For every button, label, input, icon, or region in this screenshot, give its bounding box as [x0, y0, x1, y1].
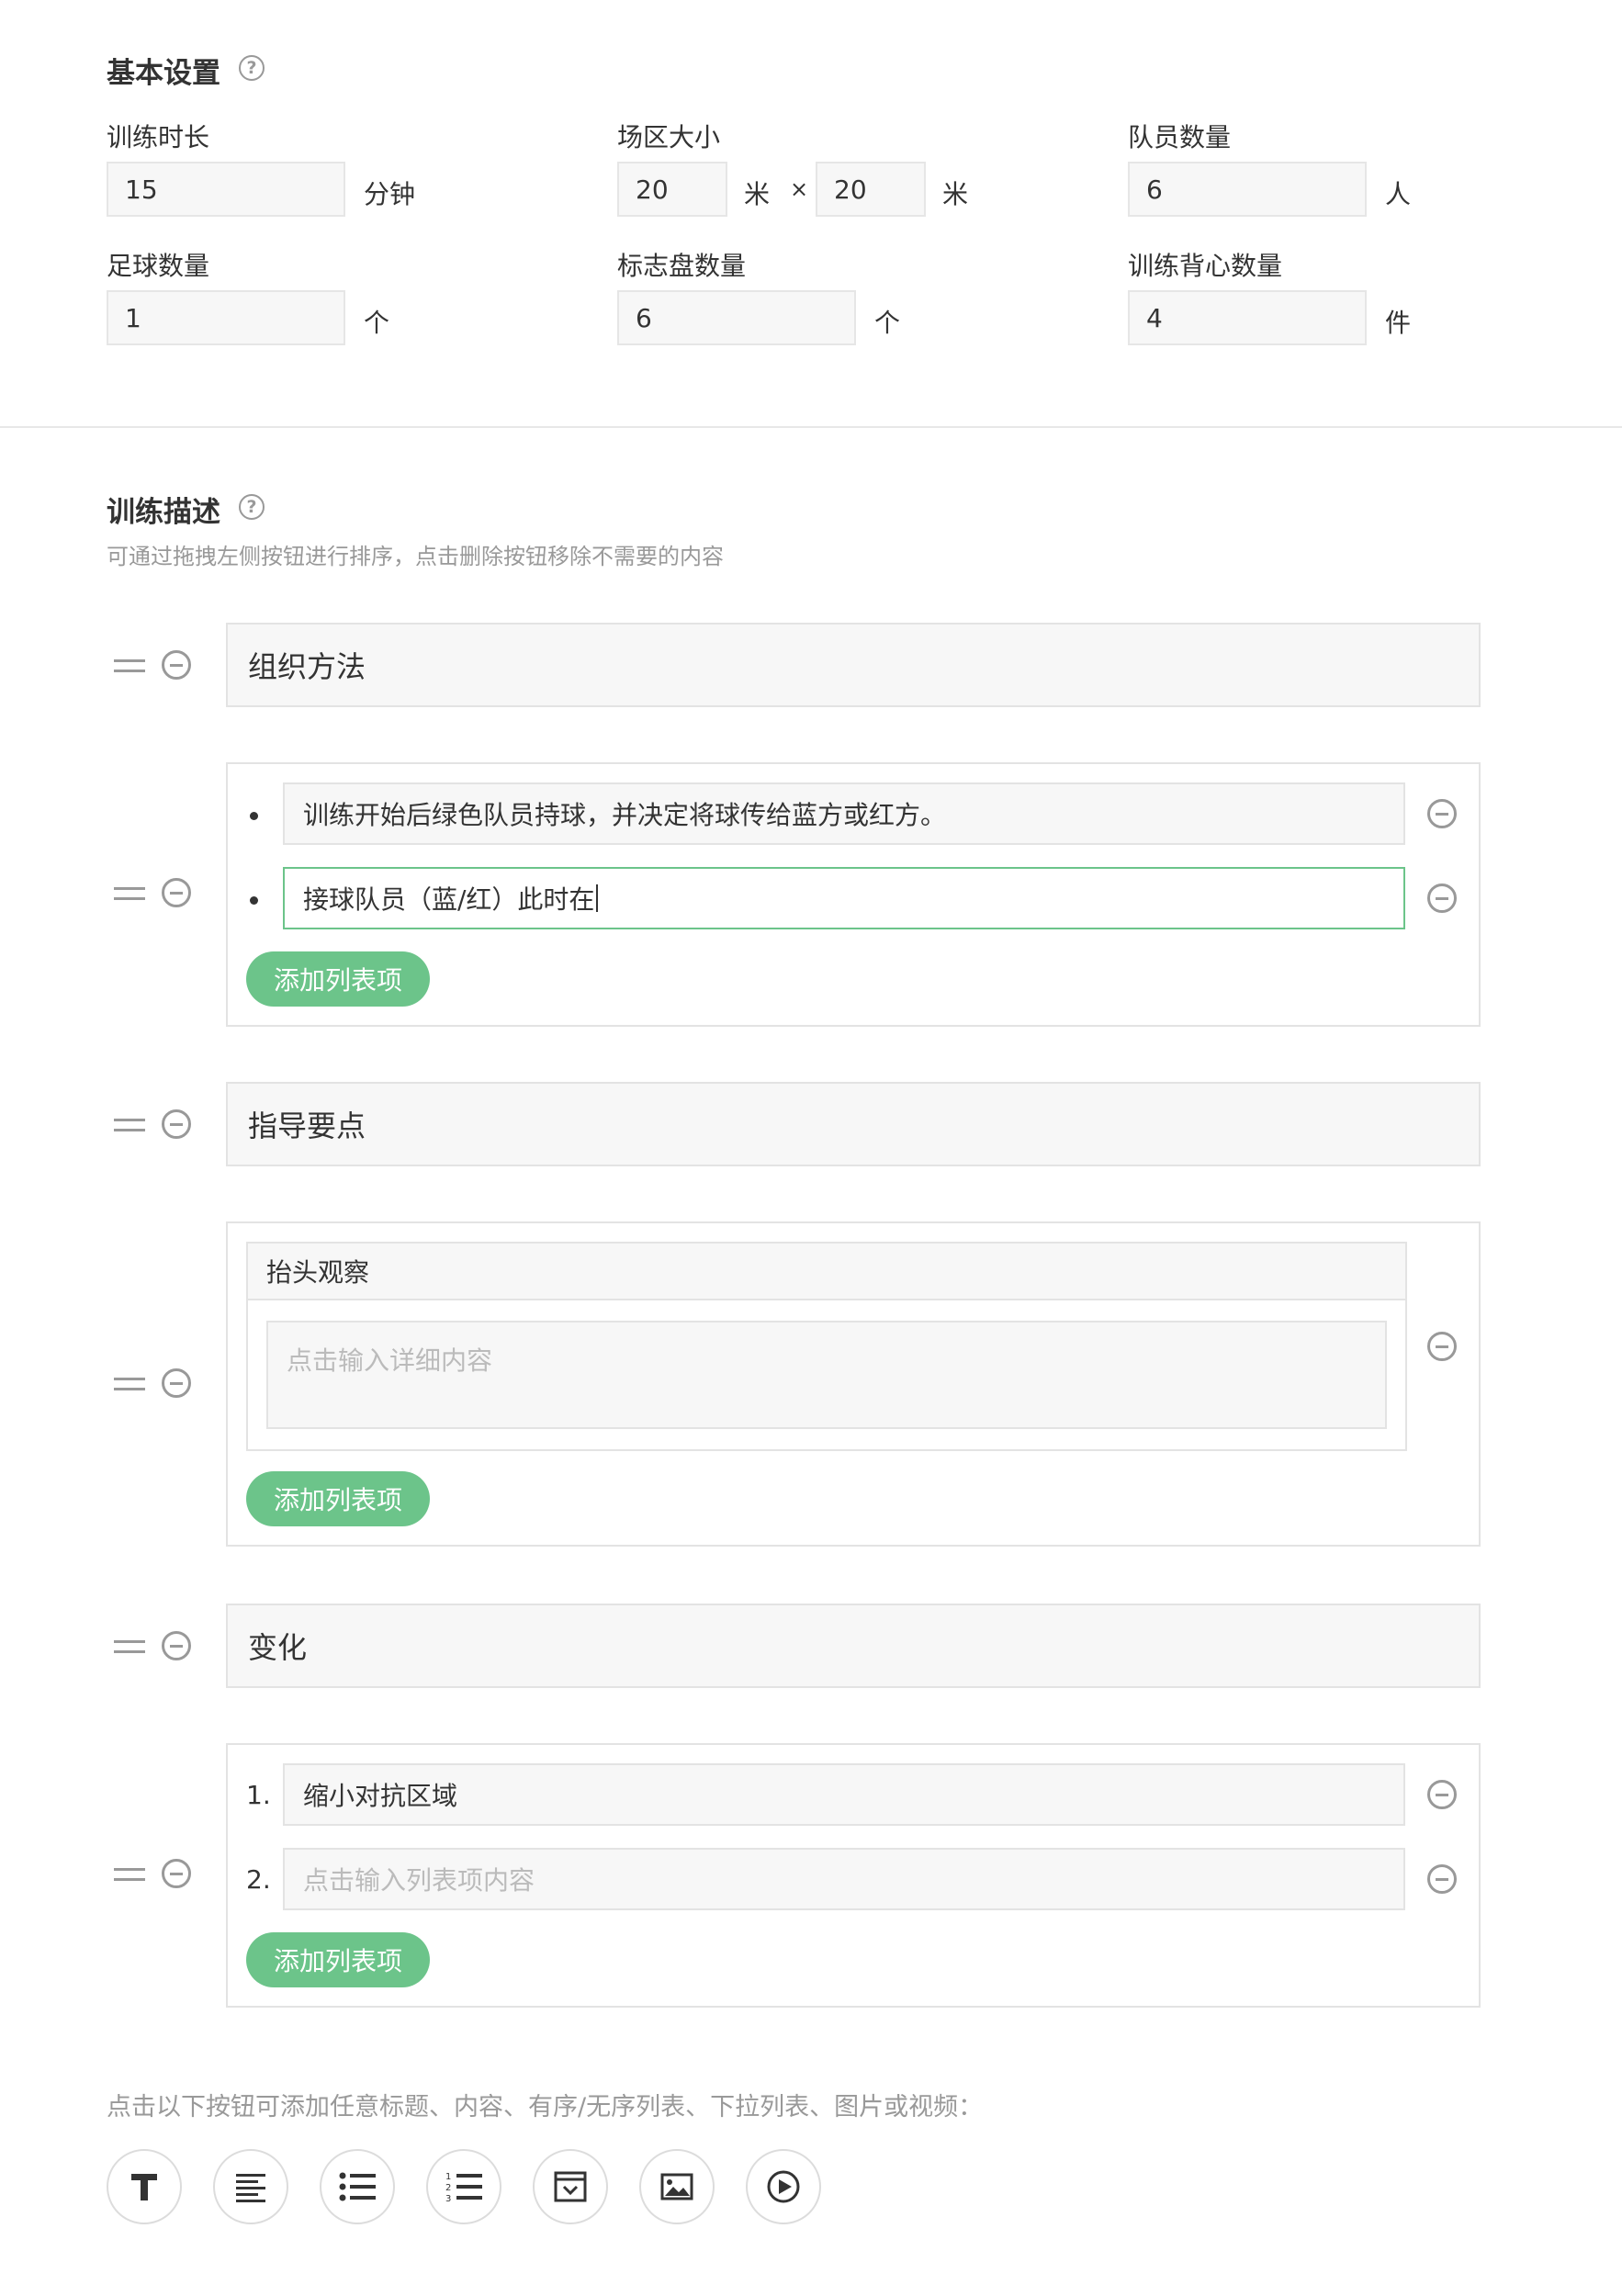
remove-block-icon[interactable]: [162, 1368, 191, 1398]
basic-settings-title: 基本设置: [107, 57, 220, 90]
dropdown-list-icon[interactable]: [533, 2149, 608, 2224]
field-width-unit: 米: [744, 179, 771, 209]
list-item-input-active[interactable]: 接球队员（蓝/红）此时在: [283, 867, 1405, 929]
field-width-input[interactable]: 20: [617, 162, 727, 217]
list-number: 2.: [246, 1864, 271, 1895]
add-list-item-button[interactable]: 添加列表项: [246, 1471, 430, 1526]
remove-item-icon[interactable]: [1427, 1780, 1457, 1809]
field-length-input[interactable]: 20: [816, 162, 926, 217]
list-bullet: [250, 812, 258, 820]
unordered-list-icon[interactable]: [320, 2149, 395, 2224]
players-input[interactable]: 6: [1128, 162, 1367, 217]
vests-input[interactable]: 4: [1128, 290, 1367, 345]
cones-input[interactable]: 6: [617, 290, 856, 345]
remove-block-icon[interactable]: [162, 878, 191, 907]
remove-item-icon[interactable]: [1427, 1864, 1457, 1894]
list-item-input[interactable]: 训练开始后绿色队员持球，并决定将球传给蓝方或红方。: [283, 782, 1405, 845]
vests-label: 训练背心数量: [1128, 251, 1283, 281]
players-label: 队员数量: [1128, 122, 1232, 152]
add-list-item-button[interactable]: 添加列表项: [246, 951, 430, 1007]
balls-unit: 个: [364, 308, 390, 338]
svg-text:3: 3: [445, 2194, 451, 2204]
heading-block-variations[interactable]: 变化: [226, 1604, 1481, 1688]
drag-handle[interactable]: [114, 887, 145, 900]
image-icon[interactable]: [639, 2149, 715, 2224]
svg-text:1: 1: [445, 2172, 451, 2182]
field-size-label: 场区大小: [617, 122, 721, 152]
svg-text:2: 2: [445, 2183, 451, 2193]
remove-item-icon[interactable]: [1427, 884, 1457, 913]
times-sign: ×: [790, 176, 809, 202]
drag-handle[interactable]: [114, 659, 145, 672]
players-unit: 人: [1385, 179, 1412, 209]
text-caret: [596, 884, 599, 912]
balls-input[interactable]: 1: [107, 290, 345, 345]
remove-block-icon[interactable]: [162, 1109, 191, 1139]
video-icon[interactable]: [746, 2149, 821, 2224]
duration-unit: 分钟: [364, 179, 416, 209]
ordered-list-icon[interactable]: 123: [426, 2149, 501, 2224]
list-item-text: 接球队员（蓝/红）此时在: [303, 884, 595, 915]
toolbar-hint: 点击以下按钮可添加任意标题、内容、有序/无序列表、下拉列表、图片或视频：: [107, 2093, 984, 2122]
drag-handle[interactable]: [114, 1868, 145, 1881]
remove-block-icon[interactable]: [162, 650, 191, 680]
duration-input[interactable]: 15: [107, 162, 345, 217]
duration-label: 训练时长: [107, 122, 210, 152]
drag-handle[interactable]: [114, 1640, 145, 1653]
description-help-icon[interactable]: ?: [239, 494, 265, 520]
field-length-unit: 米: [942, 179, 969, 209]
cones-unit: 个: [874, 308, 901, 338]
cones-label: 标志盘数量: [617, 251, 747, 281]
basic-settings-help-icon[interactable]: ?: [239, 55, 265, 81]
drag-handle[interactable]: [114, 1119, 145, 1131]
remove-block-icon[interactable]: [162, 1859, 191, 1888]
ordered-item-input[interactable]: 点击输入列表项内容: [283, 1848, 1405, 1910]
remove-item-icon[interactable]: [1427, 799, 1457, 828]
dropdown-item-title[interactable]: 抬头观察: [246, 1242, 1407, 1300]
heading-block-coaching-points[interactable]: 指导要点: [226, 1082, 1481, 1166]
description-hint: 可通过拖拽左侧按钮进行排序，点击删除按钮移除不需要的内容: [107, 544, 724, 569]
drag-handle[interactable]: [114, 1378, 145, 1390]
description-title: 训练描述: [107, 496, 220, 529]
balls-label: 足球数量: [107, 251, 210, 281]
remove-block-icon[interactable]: [162, 1631, 191, 1660]
list-number: 1.: [246, 1780, 271, 1810]
dropdown-item-content-input[interactable]: 点击输入详细内容: [266, 1321, 1387, 1429]
add-list-item-button[interactable]: 添加列表项: [246, 1932, 430, 1987]
title-icon[interactable]: [107, 2149, 182, 2224]
heading-block-organization[interactable]: 组织方法: [226, 623, 1481, 707]
paragraph-icon[interactable]: [213, 2149, 288, 2224]
ordered-item-input[interactable]: 缩小对抗区域: [283, 1763, 1405, 1826]
list-bullet: [250, 896, 258, 905]
vests-unit: 件: [1385, 308, 1412, 338]
section-divider: [0, 426, 1622, 428]
remove-item-icon[interactable]: [1427, 1332, 1457, 1361]
